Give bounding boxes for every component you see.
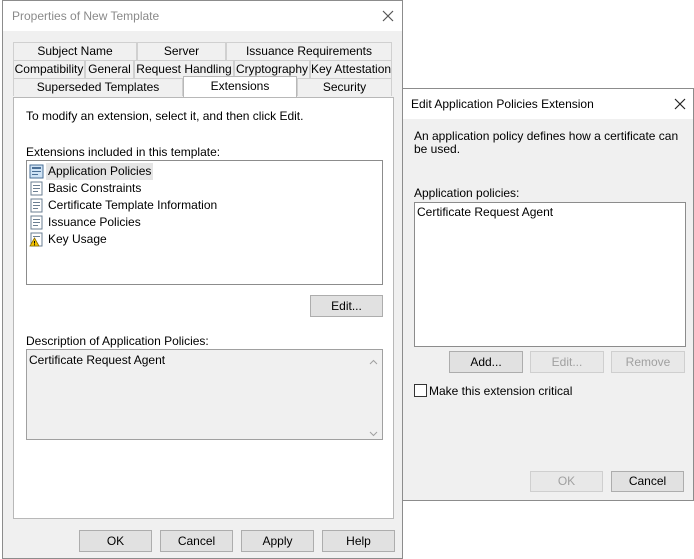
warning-document-icon [29,232,44,247]
critical-checkbox-label[interactable]: Make this extension critical [429,384,572,398]
extension-label: Certificate Template Information [48,198,218,212]
scroll-up-icon[interactable] [369,354,378,368]
extensions-list[interactable]: Application Policies Basic Constraints C… [26,160,383,285]
properties-title: Properties of New Template [12,9,160,23]
edit-dialog-titlebar[interactable]: Edit Application Policies Extension [403,89,693,119]
list-item[interactable]: Application Policies [29,163,154,180]
extension-label: Application Policies [46,163,154,180]
critical-checkbox[interactable] [414,384,427,397]
tab-general[interactable]: General [85,60,134,78]
extension-label: Issuance Policies [48,215,141,229]
description-box: Certificate Request Agent [26,349,383,440]
list-item[interactable]: Basic Constraints [29,180,143,197]
policies-list[interactable]: Certificate Request Agent [414,202,686,347]
tab-key-attestation[interactable]: Key Attestation [310,60,392,78]
ok-button[interactable]: OK [79,530,152,552]
extension-label: Basic Constraints [48,181,142,195]
list-item[interactable]: Key Usage [29,231,109,248]
edit-application-policies-dialog: Edit Application Policies Extension An a… [403,88,694,501]
tab-subject-name[interactable]: Subject Name [13,42,137,60]
help-button[interactable]: Help [322,530,395,552]
list-item[interactable]: Issuance Policies [29,214,143,231]
list-item[interactable]: Certificate Template Information [29,197,219,214]
close-icon[interactable] [379,7,397,25]
tab-server[interactable]: Server [137,42,226,60]
tab-security[interactable]: Security [297,78,392,96]
list-item[interactable]: Certificate Request Agent [417,205,553,219]
document-icon [29,198,44,213]
extensions-tab-panel: To modify an extension, select it, and t… [13,97,394,519]
add-policy-button[interactable]: Add... [449,351,523,373]
tab-issuance-requirements[interactable]: Issuance Requirements [226,42,392,60]
extensions-label: Extensions included in this template: [26,145,221,159]
description-label: Description of Application Policies: [26,334,209,348]
properties-titlebar[interactable]: Properties of New Template [3,1,402,31]
properties-dialog: Properties of New Template Subject Name … [2,0,403,559]
instruction-text: To modify an extension, select it, and t… [26,109,304,123]
tab-compatibility[interactable]: Compatibility [13,60,85,78]
policies-label: Application policies: [414,186,520,200]
certificate-icon [29,164,44,179]
remove-policy-button[interactable]: Remove [611,351,685,373]
cancel-button[interactable]: Cancel [160,530,233,552]
policy-description: An application policy defines how a cert… [414,129,679,156]
edit-extension-button[interactable]: Edit... [310,295,383,317]
cancel-button[interactable]: Cancel [611,471,684,492]
apply-button[interactable]: Apply [241,530,314,552]
scroll-down-icon[interactable] [369,426,378,440]
extension-label: Key Usage [48,232,107,246]
close-icon[interactable] [671,95,689,113]
edit-policy-button[interactable]: Edit... [530,351,604,373]
document-icon [29,181,44,196]
document-icon [29,215,44,230]
ok-button[interactable]: OK [530,471,603,492]
description-text: Certificate Request Agent [29,353,166,367]
tab-extensions[interactable]: Extensions [183,76,297,97]
edit-dialog-title: Edit Application Policies Extension [411,97,594,111]
tab-superseded-templates[interactable]: Superseded Templates [13,78,183,96]
